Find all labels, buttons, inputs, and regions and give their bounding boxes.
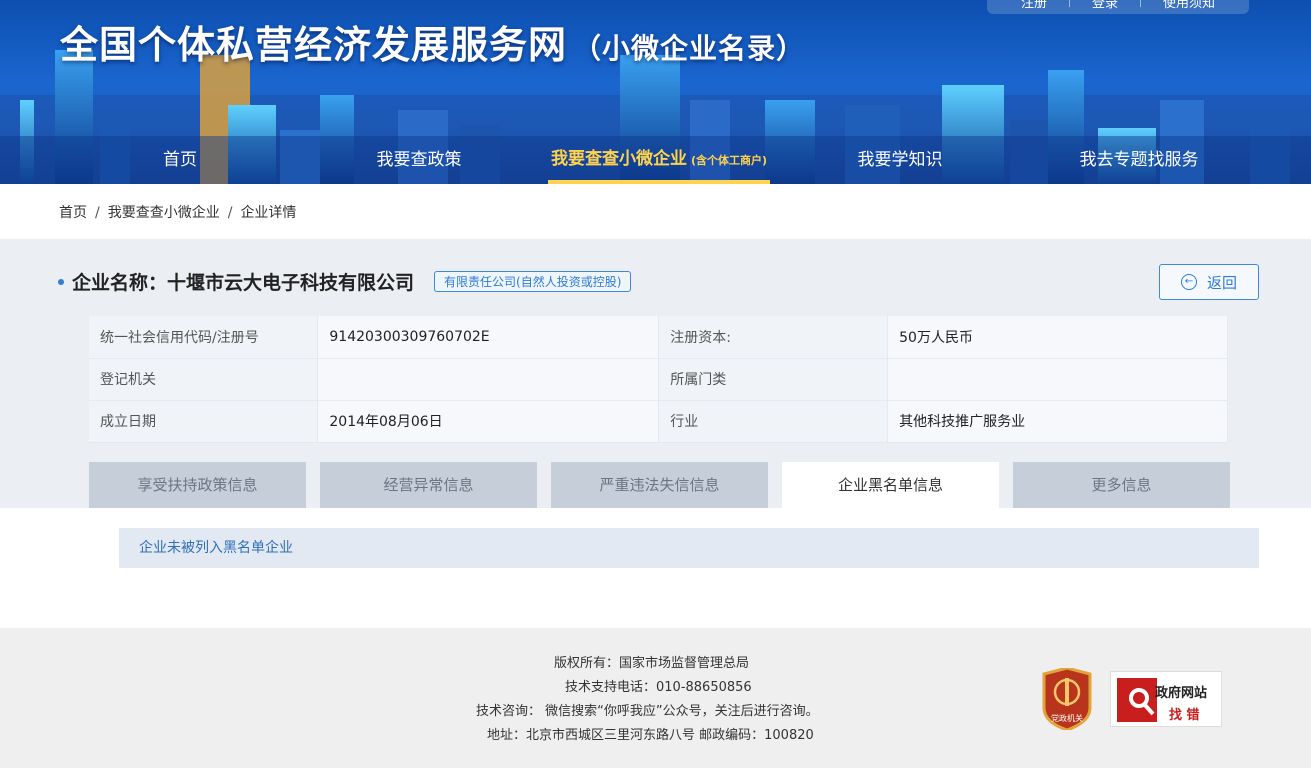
breadcrumb-home[interactable]: 首页	[59, 205, 87, 221]
info-value	[317, 358, 660, 401]
bullet-dot-icon	[58, 278, 64, 285]
back-button[interactable]: ← 返回	[1159, 264, 1259, 300]
info-key: 统一社会信用代码/注册号	[89, 316, 319, 359]
info-key: 行业	[658, 400, 889, 443]
magnifier-icon	[1117, 678, 1157, 722]
nav-knowledge-label: 我要学知识	[857, 150, 943, 170]
info-value	[887, 358, 1228, 401]
company-name: 十堰市云大电子科技有限公司	[167, 272, 415, 294]
tab-serious-violation[interactable]: 严重违法失信信息	[551, 462, 768, 508]
footer-consult: 技术咨询： 微信搜索“你呼我应”公众号，关注后进行咨询。	[476, 704, 819, 719]
back-arrow-icon: ←	[1180, 274, 1197, 290]
breadcrumb-current: 企业详情	[240, 205, 297, 221]
back-button-label: 返回	[1206, 273, 1237, 292]
breadcrumb: 首页 / 我要查查小微企业 / 企业详情	[59, 202, 296, 222]
info-value: 2014年08月06日	[317, 400, 660, 443]
info-key: 成立日期	[89, 400, 319, 443]
main-nav: 首页 我要查政策 我要查查小微企业 (含个体工商户) 我要学知识 我去专题找服务	[0, 136, 1311, 184]
nav-topic-service-label: 我去专题找服务	[1079, 150, 1199, 170]
top-links: 注册 登录 使用须知	[986, 0, 1249, 14]
info-value: 50万人民币	[887, 316, 1228, 359]
tab-more-info[interactable]: 更多信息	[1013, 462, 1230, 508]
nav-policy[interactable]: 我要查政策	[364, 136, 474, 184]
nav-home[interactable]: 首页	[140, 136, 220, 184]
info-value: 其他科技推广服务业	[887, 400, 1228, 443]
badge-gov-line1: 政府网站	[1155, 686, 1208, 701]
info-key: 所属门类	[658, 358, 889, 401]
usage-notes-link[interactable]: 使用须知	[1141, 0, 1237, 11]
company-type-tag: 有限责任公司(自然人投资或控股)	[434, 271, 632, 292]
breadcrumb-search[interactable]: 我要查查小微企业	[108, 205, 220, 221]
tab-support-policy[interactable]: 享受扶持政策信息	[89, 462, 306, 508]
nav-search-enterprise[interactable]: 我要查查小微企业 (含个体工商户)	[548, 136, 770, 184]
info-value: 91420300309760702E	[317, 316, 660, 359]
tab-abnormal-operation[interactable]: 经营异常信息	[320, 462, 537, 508]
nav-home-label: 首页	[163, 150, 197, 170]
site-title-main: 全国个体私营经济发展服务网	[60, 23, 568, 67]
info-key: 登记机关	[89, 358, 319, 401]
nav-knowledge[interactable]: 我要学知识	[845, 136, 955, 184]
site-title: 全国个体私营经济发展服务网 （小微企业名录）	[60, 14, 805, 69]
site-header: 注册 登录 使用须知 全国个体私营经济发展服务网 （小微企业名录） 首页 我要查政…	[0, 0, 1311, 184]
table-row: 统一社会信用代码/注册号 91420300309760702E 注册资本: 50…	[89, 316, 1228, 359]
nav-topic-service[interactable]: 我去专题找服务	[1070, 136, 1208, 184]
party-government-badge-icon[interactable]: 党政机关	[1040, 668, 1094, 730]
table-row: 成立日期 2014年08月06日 行业 其他科技推广服务业	[89, 400, 1228, 443]
footer-copyright: 版权所有：国家市场监督管理总局	[554, 656, 750, 671]
company-name-label: 企业名称：	[72, 272, 168, 294]
breadcrumb-separator: /	[95, 205, 100, 221]
site-title-sub: （小微企业名录）	[573, 32, 806, 65]
footer-address: 地址：北京市西城区三里河东路八号 邮政编码：100820	[487, 728, 814, 743]
gov-website-error-report-badge[interactable]: 政府网站 找 错	[1110, 671, 1222, 727]
company-header: 企业名称： 十堰市云大电子科技有限公司 有限责任公司(自然人投资或控股)	[58, 268, 632, 295]
breadcrumb-separator: /	[227, 205, 233, 221]
blacklist-status-notice: 企业未被列入黑名单企业	[119, 528, 1259, 568]
info-key: 注册资本:	[658, 316, 889, 359]
badge-gov-line2: 找 错	[1169, 708, 1200, 723]
footer-phone: 技术支持电话：010-88650856	[565, 680, 752, 695]
nav-search-enterprise-label: 我要查查小微企业	[550, 149, 687, 169]
register-link[interactable]: 注册	[999, 0, 1069, 11]
tab-blacklist[interactable]: 企业黑名单信息	[782, 462, 999, 508]
company-info-table: 统一社会信用代码/注册号 91420300309760702E 注册资本: 50…	[89, 316, 1228, 443]
nav-search-enterprise-note: (含个体工商户)	[690, 154, 768, 167]
nav-policy-label: 我要查政策	[376, 150, 462, 170]
badge-party-text: 党政机关	[1051, 713, 1083, 723]
table-row: 登记机关 所属门类	[89, 358, 1228, 401]
login-link[interactable]: 登录	[1070, 0, 1140, 11]
